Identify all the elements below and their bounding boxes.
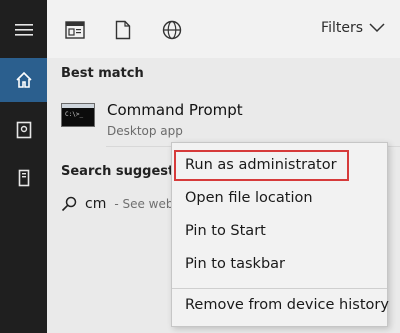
result-title: Command Prompt: [107, 101, 243, 119]
command-prompt-thumb-text: C:\>_: [65, 111, 84, 118]
context-menu: Run as administrator Open file location …: [171, 142, 389, 327]
best-match-heading: Best match: [61, 66, 144, 81]
home-icon: [15, 71, 32, 88]
menu-item-run-as-administrator[interactable]: Run as administrator: [185, 157, 337, 173]
globe-icon: [162, 20, 182, 40]
device-button[interactable]: [0, 158, 47, 198]
documents-filter-button[interactable]: [111, 18, 135, 42]
documents-button[interactable]: [0, 110, 47, 150]
suggestion-hint: - See web: [114, 197, 174, 211]
menu-item-pin-to-start[interactable]: Pin to Start: [185, 223, 266, 239]
filters-label: Filters: [321, 20, 363, 36]
menu-item-open-file-location[interactable]: Open file location: [185, 190, 313, 206]
menu-item-pin-to-taskbar[interactable]: Pin to taskbar: [185, 256, 285, 272]
filters-dropdown[interactable]: Filters: [321, 20, 385, 36]
document-icon: [115, 20, 131, 40]
chevron-down-icon: [369, 23, 385, 33]
left-rail: [0, 0, 47, 333]
app-window-icon: [65, 21, 85, 39]
hamburger-icon: [14, 24, 33, 36]
web-suggestion-item[interactable]: cm - See web: [61, 196, 174, 212]
document-icon: [16, 121, 31, 139]
home-button[interactable]: [0, 58, 47, 102]
tower-icon: [18, 169, 29, 187]
search-icon: [61, 196, 77, 212]
result-subtitle: Desktop app: [107, 124, 183, 138]
suggestion-query: cm: [85, 196, 107, 212]
hamburger-menu-button[interactable]: [0, 11, 47, 49]
apps-filter-button[interactable]: [63, 18, 87, 42]
menu-item-remove-from-device-history[interactable]: Remove from device history: [185, 297, 389, 313]
web-filter-button[interactable]: [160, 18, 184, 42]
menu-separator: [172, 288, 387, 289]
command-prompt-app-icon: C:\>_: [61, 103, 95, 127]
search-toolbar: Filters: [47, 0, 400, 58]
